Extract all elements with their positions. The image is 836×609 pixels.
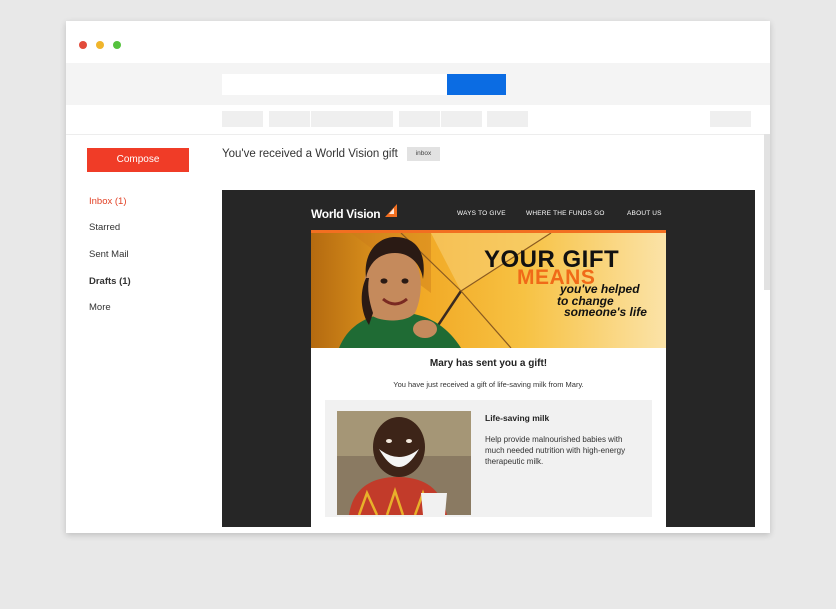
sidebar-item-sent-mail[interactable]: Sent Mail: [89, 249, 129, 260]
email-subject: You've received a World Vision gift: [222, 148, 398, 160]
sidebar-item-starred[interactable]: Starred: [89, 222, 120, 233]
hero-banner[interactable]: YOUR GIFT MEANS you've helped to change …: [311, 233, 666, 348]
compose-button[interactable]: Compose: [87, 148, 189, 172]
hero-tagline-3: someone's life: [564, 305, 647, 319]
world-vision-logo-icon: [385, 204, 397, 217]
scrollbar[interactable]: [764, 134, 770, 290]
email-title: Mary has sent you a gift!: [429, 358, 548, 369]
browser-window: Compose Inbox (1) Starred Sent Mail Draf…: [66, 21, 770, 533]
minimize-window-dot[interactable]: [96, 41, 104, 49]
nav-about-us[interactable]: ABOUT US: [627, 210, 662, 217]
search-toolbar: [66, 63, 770, 105]
email-card: World Vision WAYS TO GIVE WHERE THE FUND…: [311, 190, 666, 527]
sidebar-item-inbox[interactable]: Inbox (1): [89, 196, 127, 207]
search-button[interactable]: [447, 74, 506, 95]
sidebar-item-drafts[interactable]: Drafts (1): [89, 276, 131, 287]
email-content: Mary has sent you a gift! You have just …: [311, 348, 666, 527]
nav-where-the-funds-go[interactable]: WHERE THE FUNDS GO: [526, 210, 605, 217]
email-body: World Vision WAYS TO GIVE WHERE THE FUND…: [222, 190, 755, 527]
product-card[interactable]: Life-saving milk Help provide malnourish…: [325, 400, 652, 517]
sidebar-item-more[interactable]: More: [89, 302, 111, 313]
labels-button-placeholder[interactable]: [441, 111, 482, 127]
nav-ways-to-give[interactable]: WAYS TO GIVE: [457, 210, 506, 217]
pagination-placeholder[interactable]: [710, 111, 751, 127]
title-bar: [66, 21, 770, 63]
maximize-window-dot[interactable]: [113, 41, 121, 49]
product-description: Help provide malnourished babies with mu…: [485, 435, 626, 466]
inbox-label-badge[interactable]: inbox: [407, 147, 440, 161]
archive-button-placeholder[interactable]: [269, 111, 310, 127]
move-button-placeholder[interactable]: [399, 111, 440, 127]
select-button-placeholder[interactable]: [222, 111, 263, 127]
close-window-dot[interactable]: [79, 41, 87, 49]
action-bar: [66, 105, 770, 135]
sidebar: Compose Inbox (1) Starred Sent Mail Draf…: [66, 134, 206, 533]
email-header: World Vision WAYS TO GIVE WHERE THE FUND…: [311, 190, 666, 230]
more-button-placeholder[interactable]: [487, 111, 528, 127]
search-input[interactable]: [222, 74, 447, 95]
world-vision-logo[interactable]: World Vision: [311, 207, 381, 221]
boy-with-milk-image: [337, 411, 471, 515]
email-subtitle: You have just received a gift of life-sa…: [393, 380, 584, 389]
product-title: Life-saving milk: [485, 413, 550, 423]
delete-button-placeholder[interactable]: [311, 111, 393, 127]
